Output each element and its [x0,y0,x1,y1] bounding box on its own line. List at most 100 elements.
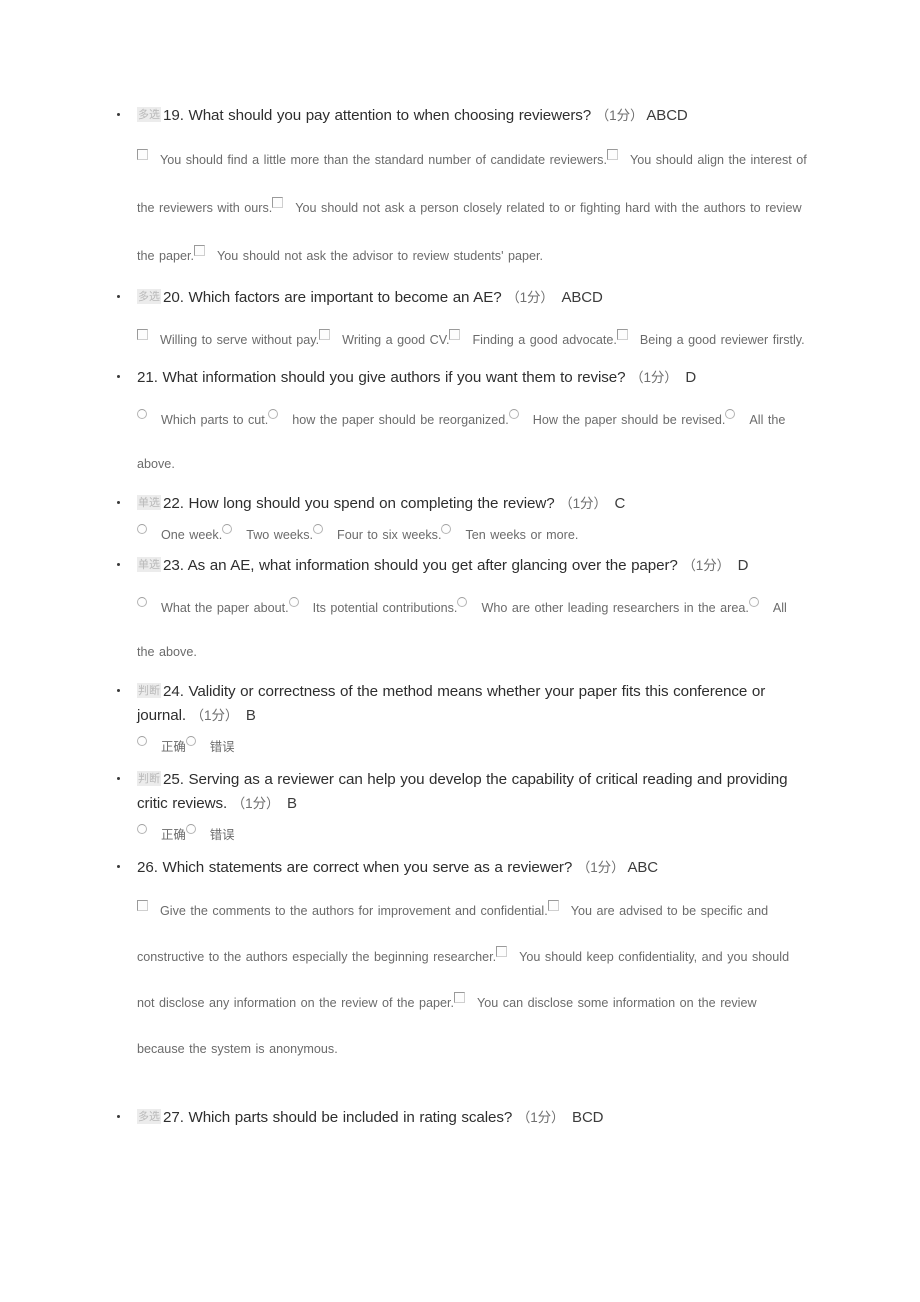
option-label: how the paper should be reorganized. [292,413,509,428]
quiz-document-page: 多选 19. What should you pay attention to w… [0,0,920,1302]
option-label: Four to six weeks. [337,528,442,543]
checkbox-icon[interactable] [137,149,148,161]
question-number: 21. [137,369,158,387]
question-heading-22: 单选 22. How long should you spend on compl… [137,492,808,516]
list-bullet-icon [117,1115,120,1119]
checkbox-icon[interactable] [454,992,466,1004]
question-heading-23: 单选 23. As an AE, what information should … [137,554,808,578]
option-group-19: You should find a little more than the s… [137,136,808,280]
question-item-24: 判断 24. Validity or correctness of the met… [0,680,920,768]
radio-icon[interactable] [288,597,299,608]
checkbox-icon[interactable] [606,149,618,161]
checkbox-icon[interactable] [547,900,559,912]
question-item-23: 单选 23. As an AE, what information should … [0,554,920,680]
option-label: 正确 [161,827,186,843]
question-score: （1分） [630,370,678,386]
question-score: （1分） [595,108,644,123]
radio-icon[interactable] [137,736,147,747]
question-number: 23. [163,557,184,575]
question-answer: ABCD [646,107,688,124]
question-score: （1分） [506,290,554,306]
list-bullet-icon [117,375,120,379]
option-label: One week. [161,528,223,543]
question-answer: ABCD [561,289,603,307]
question-answer: D [685,369,697,387]
radio-icon[interactable] [441,524,452,535]
question-heading-21: 21. What information should you give aut… [137,366,808,390]
radio-icon[interactable] [457,597,468,608]
question-type-badge: 单选 [137,557,161,573]
checkbox-icon[interactable] [194,245,206,257]
radio-icon[interactable] [725,409,736,420]
question-score: （1分） [576,860,625,876]
radio-icon[interactable] [137,597,147,608]
radio-icon[interactable] [137,524,147,535]
question-type-badge: 判断 [137,683,161,699]
question-text: What should you pay attention to when ch… [188,107,592,124]
list-bullet-icon [117,295,120,299]
radio-icon[interactable] [185,736,196,747]
question-type-badge: 多选 [137,1109,161,1125]
question-number: 25. [163,771,184,789]
radio-icon[interactable] [137,824,147,835]
question-answer: C [614,495,626,513]
list-bullet-icon [117,501,120,505]
checkbox-icon[interactable] [496,946,508,958]
question-heading-26: 26. Which statements are correct when yo… [137,856,808,880]
checkbox-icon[interactable] [137,900,148,912]
radio-icon[interactable] [748,597,759,608]
option-label: 错误 [209,739,235,755]
question-heading-24: 判断 24. Validity or correctness of the met… [137,680,808,728]
radio-icon[interactable] [185,824,196,835]
list-bullet-icon [117,865,120,869]
option-group-23: What the paper about. Its potential contr… [137,586,808,674]
question-text: Which parts should be included in rating… [188,1109,513,1127]
checkbox-icon[interactable] [272,197,284,209]
checkbox-icon[interactable] [616,329,628,341]
option-label: Its potential contributions. [312,601,458,616]
radio-icon[interactable] [268,409,279,420]
question-item-20: 多选 20. Which factors are important to bec… [0,286,920,366]
list-bullet-icon [117,689,120,693]
question-item-27: 多选 27. Which parts should be included in … [0,1106,920,1130]
option-label: Who are other leading researchers in the… [481,601,749,616]
question-heading-20: 多选 20. Which factors are important to bec… [137,286,808,310]
option-label: You should find a little more than the s… [160,153,607,168]
question-number: 27. [163,1109,184,1127]
checkbox-icon[interactable] [319,329,331,341]
question-type-badge: 判断 [137,771,161,787]
checkbox-icon[interactable] [449,329,461,341]
option-group-21: Which parts to cut. how the paper should … [137,398,808,486]
question-item-21: 21. What information should you give aut… [0,366,920,492]
question-answer: ABC [627,859,659,877]
checkbox-icon[interactable] [137,329,148,341]
option-group-26: Give the comments to the authors for imp… [137,888,808,1072]
radio-icon[interactable] [137,409,147,420]
question-list: 多选 19. What should you pay attention to w… [0,104,920,1130]
question-heading-27: 多选 27. Which parts should be included in … [137,1106,808,1130]
list-bullet-icon [117,113,120,116]
option-group-20: Willing to serve without pay. Writing a g… [137,318,808,362]
question-type-badge: 多选 [137,289,161,305]
option-group-25: 正确 错误 [137,824,808,846]
question-number: 19. [163,107,184,124]
option-label: Ten weeks or more. [465,528,579,543]
question-number: 20. [163,289,184,307]
question-item-22: 单选 22. How long should you spend on compl… [0,492,920,554]
question-type-badge: 单选 [137,495,161,511]
question-text: How long should you spend on completing … [188,495,555,513]
question-score: （1分） [682,558,731,574]
radio-icon[interactable] [313,524,323,535]
question-score: （1分） [190,708,239,724]
question-text: As an AE, what information should you ge… [187,557,678,575]
question-item-26: 26. Which statements are correct when yo… [0,856,920,1106]
radio-icon[interactable] [508,409,519,420]
question-item-25: 判断 25. Serving as a reviewer can help you… [0,768,920,856]
question-answer: BCD [572,1109,604,1127]
list-bullet-icon [117,563,120,567]
radio-icon[interactable] [222,524,233,535]
question-answer: D [737,557,749,575]
question-answer: B [287,795,297,813]
question-number: 22. [163,495,184,513]
question-type-badge: 多选 [137,107,161,122]
